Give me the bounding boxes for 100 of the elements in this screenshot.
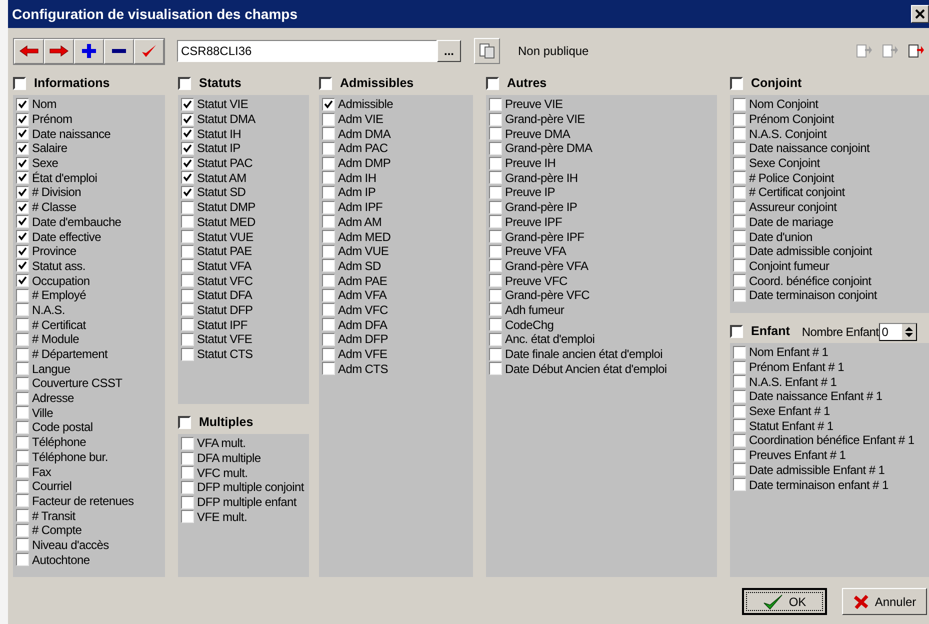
checkbox[interactable] — [322, 171, 335, 184]
checkbox[interactable] — [181, 215, 194, 228]
checkbox[interactable] — [16, 465, 29, 478]
checkbox[interactable] — [489, 186, 502, 199]
checkbox[interactable] — [322, 200, 335, 214]
checkbox[interactable] — [322, 215, 335, 228]
checkbox[interactable] — [733, 244, 746, 258]
checkbox[interactable] — [733, 448, 746, 462]
checkbox[interactable] — [733, 390, 746, 403]
checkbox[interactable] — [733, 478, 746, 492]
checkbox[interactable] — [181, 127, 194, 140]
checkbox[interactable] — [489, 288, 502, 302]
add-button[interactable] — [74, 38, 104, 64]
checkbox[interactable] — [733, 230, 746, 244]
cancel-button[interactable]: Annuler — [842, 588, 927, 615]
ok-button[interactable]: OK — [742, 588, 827, 615]
checkbox[interactable] — [733, 288, 746, 302]
checkbox[interactable] — [322, 259, 335, 272]
checkbox[interactable] — [181, 288, 194, 302]
checkbox[interactable] — [181, 200, 194, 214]
checkbox[interactable] — [181, 452, 194, 465]
checkbox[interactable] — [16, 98, 29, 111]
checkbox[interactable] — [489, 230, 502, 244]
checkbox[interactable] — [489, 318, 502, 332]
checkbox[interactable] — [489, 362, 502, 376]
checkbox[interactable] — [181, 510, 194, 524]
checkbox[interactable] — [733, 419, 746, 432]
checkbox[interactable] — [733, 434, 746, 447]
checkbox[interactable] — [16, 171, 29, 184]
checkbox[interactable] — [322, 244, 335, 258]
checkbox[interactable] — [322, 230, 335, 244]
checkbox[interactable] — [733, 360, 746, 374]
checkbox[interactable] — [322, 274, 335, 288]
checkbox[interactable] — [16, 538, 29, 552]
spin-arrows-icon[interactable] — [902, 324, 916, 340]
checkbox[interactable] — [16, 376, 29, 390]
checkbox[interactable] — [322, 318, 335, 332]
checkbox[interactable] — [733, 200, 746, 214]
checkbox[interactable] — [733, 259, 746, 272]
checkbox[interactable] — [322, 348, 335, 361]
checkbox[interactable] — [322, 127, 335, 140]
checkbox[interactable] — [181, 244, 194, 258]
checkbox[interactable] — [730, 77, 743, 90]
checkbox[interactable] — [16, 259, 29, 272]
checkbox[interactable] — [489, 156, 502, 170]
checkbox[interactable] — [733, 274, 746, 288]
browse-button[interactable]: ... — [437, 40, 461, 62]
checkbox[interactable] — [489, 332, 502, 346]
checkbox[interactable] — [181, 112, 194, 126]
checkbox[interactable] — [16, 420, 29, 434]
checkbox[interactable] — [733, 112, 746, 126]
checkbox[interactable] — [178, 77, 191, 90]
checkbox[interactable] — [181, 318, 194, 332]
checkbox[interactable] — [733, 171, 746, 184]
checkbox[interactable] — [16, 215, 29, 228]
checkbox[interactable] — [489, 259, 502, 272]
checkbox[interactable] — [489, 348, 502, 361]
checkbox[interactable] — [181, 303, 194, 316]
checkbox[interactable] — [16, 524, 29, 537]
checkbox[interactable] — [16, 392, 29, 405]
checkbox[interactable] — [16, 318, 29, 332]
checkbox[interactable] — [322, 142, 335, 155]
checkbox[interactable] — [181, 496, 194, 509]
checkbox[interactable] — [322, 156, 335, 170]
checkbox[interactable] — [486, 77, 499, 90]
checkbox[interactable] — [13, 77, 26, 90]
checkbox[interactable] — [178, 416, 191, 429]
checkbox[interactable] — [489, 142, 502, 155]
confirm-button[interactable] — [134, 38, 164, 64]
checkbox[interactable] — [733, 142, 746, 155]
checkbox[interactable] — [16, 494, 29, 508]
checkbox[interactable] — [181, 186, 194, 199]
spin-field[interactable]: 0 — [878, 322, 917, 340]
checkbox[interactable] — [733, 186, 746, 199]
checkbox[interactable] — [16, 406, 29, 420]
checkbox[interactable] — [322, 186, 335, 199]
close-button[interactable] — [911, 5, 929, 23]
previous-button[interactable] — [14, 38, 44, 64]
checkbox[interactable] — [181, 480, 194, 494]
checkbox[interactable] — [16, 127, 29, 140]
checkbox[interactable] — [181, 171, 194, 184]
checkbox[interactable] — [181, 436, 194, 450]
checkbox[interactable] — [489, 274, 502, 288]
checkbox[interactable] — [319, 77, 332, 90]
checkbox[interactable] — [489, 215, 502, 228]
checkbox[interactable] — [16, 156, 29, 170]
checkbox[interactable] — [16, 244, 29, 258]
checkbox[interactable] — [181, 156, 194, 170]
checkbox[interactable] — [16, 348, 29, 361]
name-field[interactable]: CSR88CLI36 — [177, 40, 437, 62]
checkbox[interactable] — [733, 346, 746, 359]
checkbox[interactable] — [489, 171, 502, 184]
checkbox[interactable] — [16, 436, 29, 449]
checkbox[interactable] — [16, 450, 29, 464]
checkbox[interactable] — [181, 348, 194, 361]
checkbox[interactable] — [181, 274, 194, 288]
checkbox[interactable] — [733, 404, 746, 418]
checkbox[interactable] — [733, 156, 746, 170]
checkbox[interactable] — [322, 303, 335, 316]
checkbox[interactable] — [489, 112, 502, 126]
